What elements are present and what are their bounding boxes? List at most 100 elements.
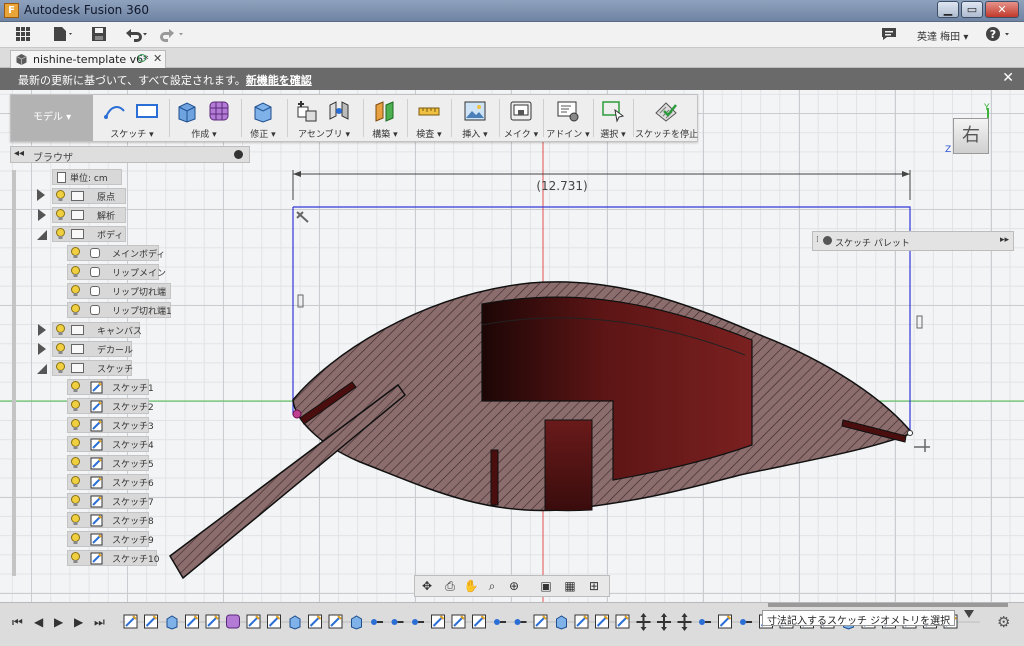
visibility-bulb-icon[interactable]	[71, 381, 80, 393]
extrude-icon[interactable]	[175, 99, 199, 123]
timeline-feature-icon[interactable]	[226, 614, 240, 629]
palette-collapse-icon[interactable]: ⁞	[816, 235, 819, 245]
body-item[interactable]: リップ切れ端	[67, 283, 171, 299]
timeline-feature-icon[interactable]	[699, 619, 711, 625]
timeline-feature-icon[interactable]	[451, 614, 466, 629]
comment-icon[interactable]	[880, 26, 898, 44]
browser-collapse-icon[interactable]: ◂◂	[14, 148, 24, 159]
visibility-bulb-icon[interactable]	[71, 533, 80, 545]
pan-icon[interactable]: ✋	[462, 579, 480, 594]
select-icon[interactable]	[601, 99, 625, 123]
measure-icon[interactable]	[417, 99, 441, 123]
orbit-icon[interactable]: ✥	[418, 579, 436, 594]
browser-pin-icon[interactable]	[234, 150, 243, 159]
dimension-value[interactable]: (12.731)	[536, 179, 587, 193]
offset-plane-icon[interactable]	[373, 99, 397, 123]
visibility-bulb-icon[interactable]	[71, 400, 80, 412]
ribbon-group-construct[interactable]: 構築 ▾	[365, 95, 405, 141]
ribbon-group-addins[interactable]: アドイン ▾	[545, 95, 591, 141]
timeline-feature-icon[interactable]	[123, 614, 138, 629]
body-item[interactable]: リップメイン	[67, 264, 166, 280]
expand-arrow-icon[interactable]	[38, 343, 46, 355]
sketch-item[interactable]: スケッチ3	[67, 417, 154, 433]
timeline-marker-icon[interactable]	[964, 610, 974, 618]
redo-icon[interactable]	[158, 26, 186, 44]
zoom-icon[interactable]: ⊕	[505, 579, 523, 594]
sketch-item[interactable]: スケッチ2	[67, 398, 154, 414]
press-pull-icon[interactable]	[251, 99, 275, 123]
play-icon[interactable]: ▶	[54, 615, 63, 629]
visibility-bulb-icon[interactable]	[56, 343, 65, 355]
ribbon-group-make[interactable]: メイク ▾	[501, 95, 541, 141]
ribbon-group-insert[interactable]: 挿入 ▾	[453, 95, 497, 141]
visibility-bulb-icon[interactable]	[71, 247, 80, 259]
workspace-switcher[interactable]: モデル ▾	[11, 95, 93, 141]
sketch-item[interactable]: スケッチ9	[67, 531, 154, 547]
close-button[interactable]: ✕	[985, 1, 1019, 18]
display-settings-icon[interactable]: ▣	[537, 579, 555, 594]
expand-arrow-icon[interactable]	[38, 209, 46, 221]
undo-icon[interactable]	[122, 26, 150, 44]
browser-scrollbar[interactable]	[12, 170, 16, 576]
timeline-feature-icon[interactable]	[533, 614, 548, 629]
timeline-feature-icon[interactable]	[371, 619, 383, 625]
visibility-bulb-icon[interactable]	[56, 190, 65, 202]
timeline-feature-icon[interactable]	[351, 615, 362, 630]
sketch-rectangle-icon[interactable]	[135, 99, 159, 123]
visibility-bulb-icon[interactable]	[71, 514, 80, 526]
timeline-feature-icon[interactable]	[657, 613, 671, 631]
timeline-feature-icon[interactable]	[412, 619, 424, 625]
palette-expand-icon[interactable]: ▸▸	[1000, 235, 1009, 245]
ribbon-group-select[interactable]: 選択 ▾	[595, 95, 631, 141]
ribbon-group-assemble[interactable]: アセンブリ ▾	[289, 95, 359, 141]
step-back-icon[interactable]: ◀	[34, 615, 43, 629]
timeline-feature-icon[interactable]	[556, 615, 567, 630]
ribbon-group-create[interactable]: 作成 ▾	[171, 95, 237, 141]
expand-arrow-icon[interactable]	[37, 189, 45, 201]
visibility-bulb-icon[interactable]	[56, 362, 65, 374]
timeline-feature-icon[interactable]	[328, 614, 343, 629]
timeline-feature-icon[interactable]	[185, 614, 199, 629]
timeline-feature-icon[interactable]	[391, 619, 404, 625]
sketch-line-icon[interactable]	[103, 99, 127, 123]
minimize-button[interactable]: ▁	[937, 1, 959, 18]
timeline-feature-icon[interactable]	[636, 613, 651, 631]
timeline-feature-icon[interactable]	[677, 613, 692, 631]
sketch-palette[interactable]: ⁞ スケッチ パレット ▸▸	[812, 231, 1014, 251]
step-forward-icon[interactable]: ▶	[74, 615, 83, 629]
insert-image-icon[interactable]	[463, 99, 487, 123]
timeline-feature-icon[interactable]	[472, 614, 486, 629]
timeline-feature-icon[interactable]	[574, 614, 589, 629]
timeline-settings-icon[interactable]: ⚙	[997, 613, 1010, 631]
sketch-item[interactable]: スケッチ10	[67, 550, 159, 566]
timeline-feature-icon[interactable]	[246, 614, 261, 629]
visibility-bulb-icon[interactable]	[71, 266, 80, 278]
body-item[interactable]: メインボディ	[67, 245, 165, 261]
sketch-item[interactable]: スケッチ4	[67, 436, 154, 452]
visibility-bulb-icon[interactable]	[71, 304, 80, 316]
timeline-feature-icon[interactable]	[166, 615, 178, 630]
graphics-canvas[interactable]: (12.731) モデル ▾ スケッチ ▾ 作成 ▾ 修正 ▾ アセンブリ ▾ …	[0, 90, 1024, 602]
3d-print-icon[interactable]	[509, 99, 533, 123]
go-to-end-icon[interactable]: ⏭	[94, 615, 105, 630]
inner-slot[interactable]	[544, 419, 593, 512]
collapse-arrow-icon[interactable]	[37, 364, 47, 374]
timeline-feature-icon[interactable]	[308, 614, 322, 629]
help-icon[interactable]: ?	[984, 26, 1014, 44]
sketch-item[interactable]: スケッチ1	[67, 379, 154, 395]
ribbon-group-modify[interactable]: 修正 ▾	[243, 95, 283, 141]
sketch-item[interactable]: スケッチ5	[67, 455, 154, 471]
timeline-scrollbar[interactable]	[768, 603, 1008, 607]
form-icon[interactable]	[207, 99, 231, 123]
visibility-bulb-icon[interactable]	[56, 324, 65, 336]
visibility-bulb-icon[interactable]	[71, 476, 80, 488]
ribbon-group-inspect[interactable]: 検査 ▾	[409, 95, 449, 141]
visibility-bulb-icon[interactable]	[71, 419, 80, 431]
timeline-feature-icon[interactable]	[615, 614, 630, 629]
notification-close-icon[interactable]: ✕	[1002, 70, 1014, 86]
timeline-feature-icon[interactable]	[514, 619, 527, 625]
whats-new-link[interactable]: 新機能を確認	[246, 74, 312, 87]
timeline-feature-icon[interactable]	[205, 614, 220, 629]
tab-close-icon[interactable]: ✕	[153, 52, 162, 65]
grid-icon[interactable]: ▦	[561, 579, 579, 594]
